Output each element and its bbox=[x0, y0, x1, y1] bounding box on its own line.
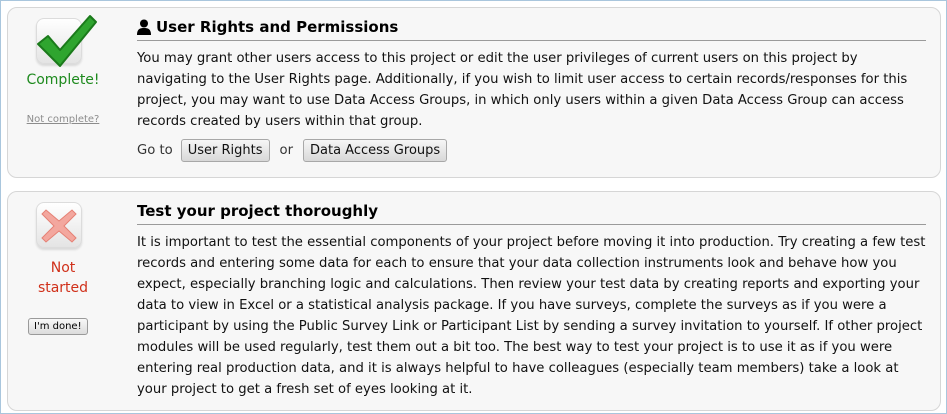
checklist-frame: Complete! Not complete? User Rights and … bbox=[0, 0, 947, 414]
step-content: Test your project thoroughly It is impor… bbox=[137, 192, 926, 400]
step-testing-panel: Not started I'm done! Test your project … bbox=[7, 191, 941, 411]
status-line-1: Not bbox=[50, 260, 76, 276]
status-line-2: started bbox=[37, 280, 89, 296]
goto-row: Go to User Rights or Data Access Groups bbox=[137, 139, 926, 162]
user-rights-button[interactable]: User Rights bbox=[180, 139, 270, 162]
step-content: User Rights and Permissions You may gran… bbox=[137, 8, 926, 162]
im-done-button[interactable]: I'm done! bbox=[28, 318, 88, 335]
step-title-text: User Rights and Permissions bbox=[156, 18, 399, 36]
checkmark-icon bbox=[37, 15, 97, 67]
step-description: It is important to test the essential co… bbox=[137, 235, 926, 397]
not-complete-link[interactable]: Not complete? bbox=[8, 114, 118, 125]
step-title: Test your project thoroughly bbox=[137, 192, 926, 225]
or-label: or bbox=[279, 143, 294, 158]
goto-label: Go to bbox=[137, 143, 173, 158]
step-title-text: Test your project thoroughly bbox=[137, 202, 379, 220]
user-icon bbox=[137, 19, 151, 35]
x-icon bbox=[41, 209, 77, 243]
step-title: User Rights and Permissions bbox=[137, 8, 926, 41]
status-complete-text: Complete! bbox=[26, 72, 100, 88]
step-description: You may grant other users access to this… bbox=[137, 51, 908, 129]
step-user-rights-panel: Complete! Not complete? User Rights and … bbox=[7, 7, 941, 178]
status-not-started-text: Not started bbox=[8, 258, 118, 298]
data-access-groups-button[interactable]: Data Access Groups bbox=[303, 139, 448, 162]
